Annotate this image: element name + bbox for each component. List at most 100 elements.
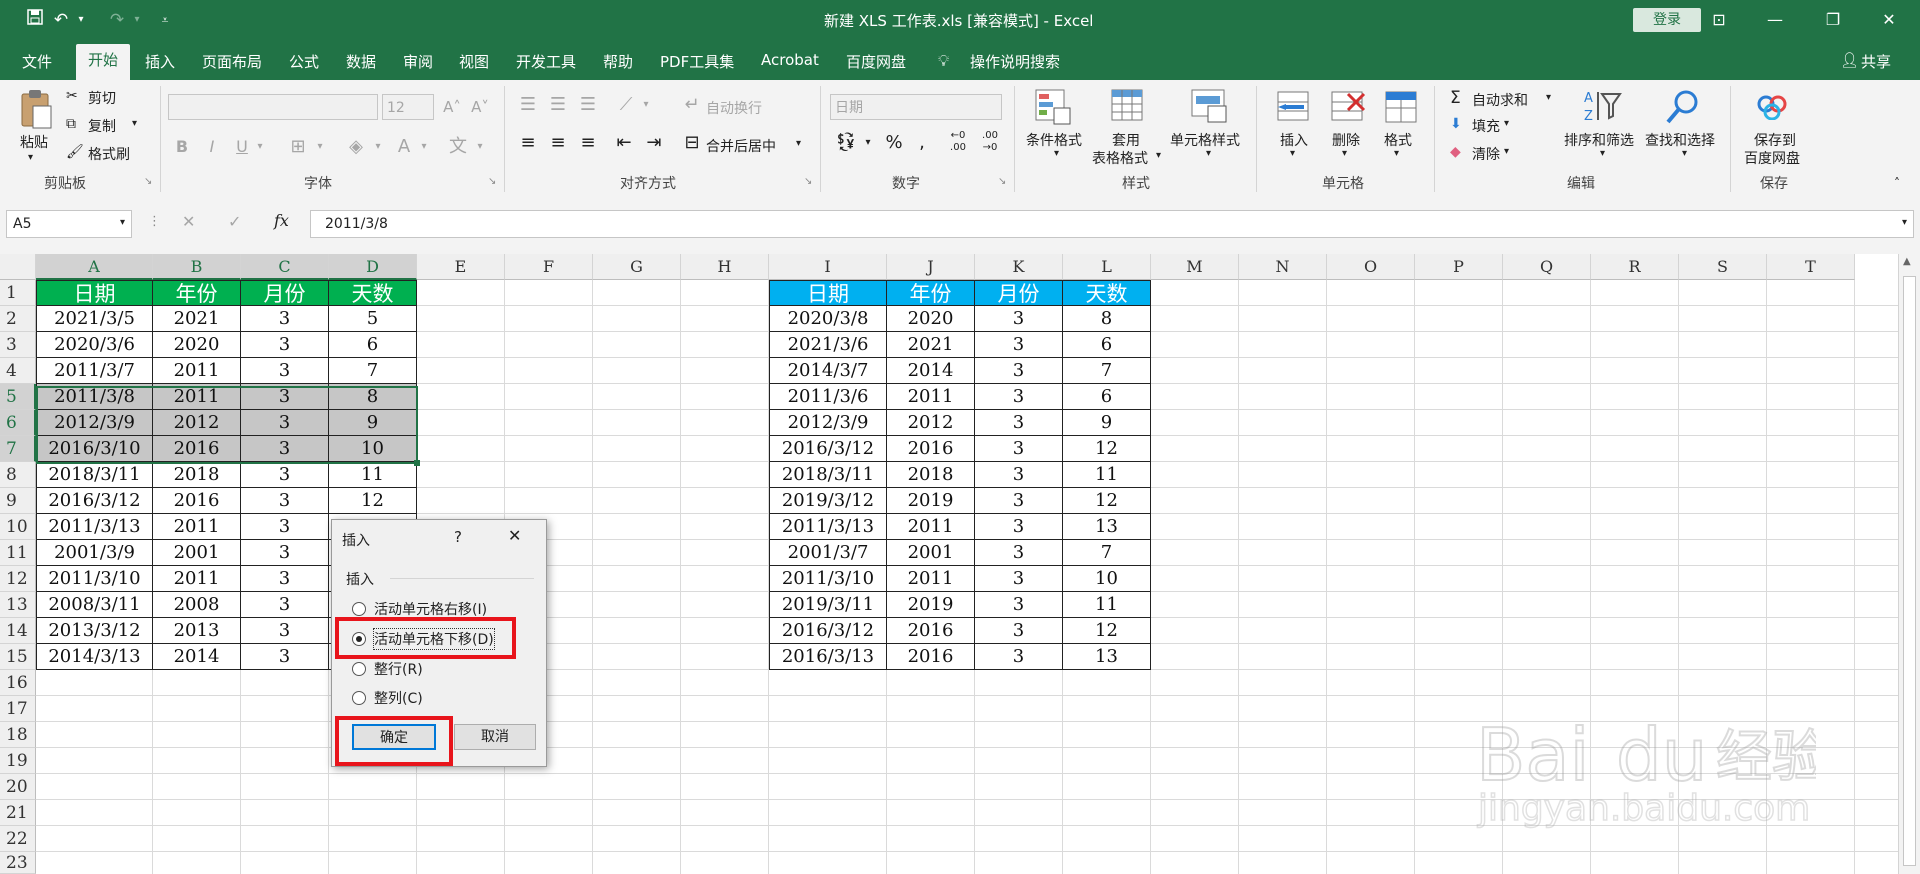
tab-formulas[interactable]: 公式 (289, 51, 319, 72)
table-cell[interactable]: 3 (241, 462, 329, 488)
expand-formula-icon[interactable]: ▾ (1902, 217, 1907, 228)
restore-icon[interactable]: ❐ (1810, 0, 1856, 40)
insert-function-icon[interactable]: fx (274, 211, 289, 230)
table-cell[interactable]: 2001 (153, 540, 241, 566)
column-header-e[interactable]: E (417, 254, 505, 280)
accounting-dropdown-icon[interactable]: ▾ (862, 132, 874, 154)
insert-cells-dropdown-icon[interactable]: ▾ (1290, 148, 1295, 159)
cell-styles-dropdown-icon[interactable]: ▾ (1206, 148, 1211, 159)
format-cells-dropdown-icon[interactable]: ▾ (1394, 148, 1399, 159)
table-cell[interactable]: 2011/3/10 (36, 566, 153, 592)
table-cell[interactable]: 12 (1063, 488, 1151, 514)
shift-right-radio[interactable] (352, 602, 366, 616)
find-select-button[interactable]: 查找和选择 (1645, 130, 1715, 150)
table-cell[interactable]: 2008 (153, 592, 241, 618)
undo-dropdown-icon[interactable]: ▾ (68, 8, 94, 32)
table-cell[interactable]: 2011/3/13 (769, 514, 887, 540)
column-header-t[interactable]: T (1767, 254, 1855, 280)
table-header-cell[interactable]: 月份 (241, 280, 329, 306)
delete-cells-icon[interactable] (1330, 88, 1370, 128)
paste-dropdown-icon[interactable]: ▾ (28, 152, 33, 163)
tab-file[interactable]: 文件 (22, 51, 52, 72)
close-dialog-icon[interactable]: ✕ (508, 526, 521, 545)
table-cell[interactable]: 6 (1063, 332, 1151, 358)
table-cell[interactable]: 2018 (887, 462, 975, 488)
insert-cells-button[interactable]: 插入 (1280, 130, 1308, 150)
table-cell[interactable]: 2018/3/11 (36, 462, 153, 488)
column-header-j[interactable]: J (887, 254, 975, 280)
entire-row-label[interactable]: 整行(R) (374, 659, 423, 679)
table-cell[interactable]: 3 (241, 306, 329, 332)
table-cell[interactable]: 2020 (153, 332, 241, 358)
column-header-g[interactable]: G (593, 254, 681, 280)
share-icon[interactable]: 👤︎ (1840, 51, 1859, 69)
insert-cells-icon[interactable] (1276, 88, 1316, 128)
format-table-dropdown-icon[interactable]: ▾ (1156, 150, 1161, 161)
align-top-icon[interactable]: ☰ (516, 94, 540, 116)
vertical-scrollbar[interactable]: ▲ (1898, 254, 1920, 874)
fill-button[interactable]: 填充 (1472, 116, 1500, 136)
shift-right-label[interactable]: 活动单元格右移(I) (374, 599, 487, 619)
tab-pdf-tools[interactable]: PDF工具集 (660, 51, 734, 72)
tab-page-layout[interactable]: 页面布局 (202, 51, 262, 72)
customize-quick-access-icon[interactable]: ⩡ (152, 8, 178, 32)
column-header-k[interactable]: K (975, 254, 1063, 280)
row-header-13[interactable]: 13 (0, 592, 36, 618)
row-header-22[interactable]: 22 (0, 826, 36, 852)
cancel-button[interactable]: 取消 (454, 724, 536, 750)
table-cell[interactable]: 3 (975, 358, 1063, 384)
share-button[interactable]: 共享 (1861, 51, 1891, 72)
clear-dropdown-icon[interactable]: ▾ (1504, 146, 1509, 157)
tell-me-search[interactable]: 操作说明搜索 (970, 51, 1060, 72)
decrease-indent-icon[interactable]: ⇤ (612, 132, 636, 154)
sort-filter-icon[interactable]: AZ (1582, 88, 1622, 128)
tab-data[interactable]: 数据 (346, 51, 376, 72)
find-select-dropdown-icon[interactable]: ▾ (1682, 148, 1687, 159)
row-header-3[interactable]: 3 (0, 332, 36, 358)
fill-dropdown-icon[interactable]: ▾ (1504, 118, 1509, 129)
merge-center-button[interactable]: 合并后居中 (706, 136, 776, 156)
table-cell[interactable]: 2011/3/13 (36, 514, 153, 540)
table-cell[interactable]: 3 (975, 306, 1063, 332)
format-cells-button[interactable]: 格式 (1384, 130, 1412, 150)
table-cell[interactable]: 3 (241, 592, 329, 618)
alignment-launcher-icon[interactable]: ↘ (804, 176, 812, 187)
wrap-text-button[interactable]: 自动换行 (706, 98, 762, 118)
row-header-17[interactable]: 17 (0, 696, 36, 722)
table-cell[interactable]: 2018/3/11 (769, 462, 887, 488)
table-cell[interactable]: 2021/3/5 (36, 306, 153, 332)
row-header-19[interactable]: 19 (0, 748, 36, 774)
table-cell[interactable]: 13 (1063, 644, 1151, 670)
table-cell[interactable]: 3 (975, 514, 1063, 540)
table-cell[interactable]: 2008/3/11 (36, 592, 153, 618)
fill-handle[interactable] (414, 460, 420, 466)
tab-home[interactable]: 开始 (76, 44, 131, 80)
delete-cells-button[interactable]: 删除 (1332, 130, 1360, 150)
table-cell[interactable]: 2011/3/6 (769, 384, 887, 410)
table-cell[interactable]: 2011 (887, 514, 975, 540)
copy-icon[interactable]: ⧉ (66, 116, 76, 132)
column-header-b[interactable]: B (153, 254, 241, 280)
conditional-formatting-icon[interactable] (1034, 88, 1074, 128)
format-cells-icon[interactable] (1382, 88, 1422, 128)
row-header-7[interactable]: 7 (0, 436, 36, 462)
table-cell[interactable]: 7 (1063, 358, 1151, 384)
table-cell[interactable]: 2011 (887, 566, 975, 592)
row-header-2[interactable]: 2 (0, 306, 36, 332)
select-all-corner[interactable] (0, 254, 36, 280)
table-cell[interactable]: 3 (975, 592, 1063, 618)
column-header-q[interactable]: Q (1503, 254, 1591, 280)
table-cell[interactable]: 2021 (153, 306, 241, 332)
table-cell[interactable]: 2012 (887, 410, 975, 436)
percent-icon[interactable]: % (882, 132, 906, 154)
cut-button[interactable]: 剪切 (88, 88, 116, 108)
column-header-i[interactable]: I (769, 254, 887, 280)
table-cell[interactable]: 12 (1063, 436, 1151, 462)
column-header-h[interactable]: H (681, 254, 769, 280)
table-cell[interactable]: 3 (241, 358, 329, 384)
table-cell[interactable]: 2012/3/9 (769, 410, 887, 436)
tab-review[interactable]: 审阅 (403, 51, 433, 72)
table-cell[interactable]: 2021/3/6 (769, 332, 887, 358)
underline-icon[interactable]: U (232, 136, 252, 158)
align-bottom-icon[interactable]: ☰ (576, 94, 600, 116)
